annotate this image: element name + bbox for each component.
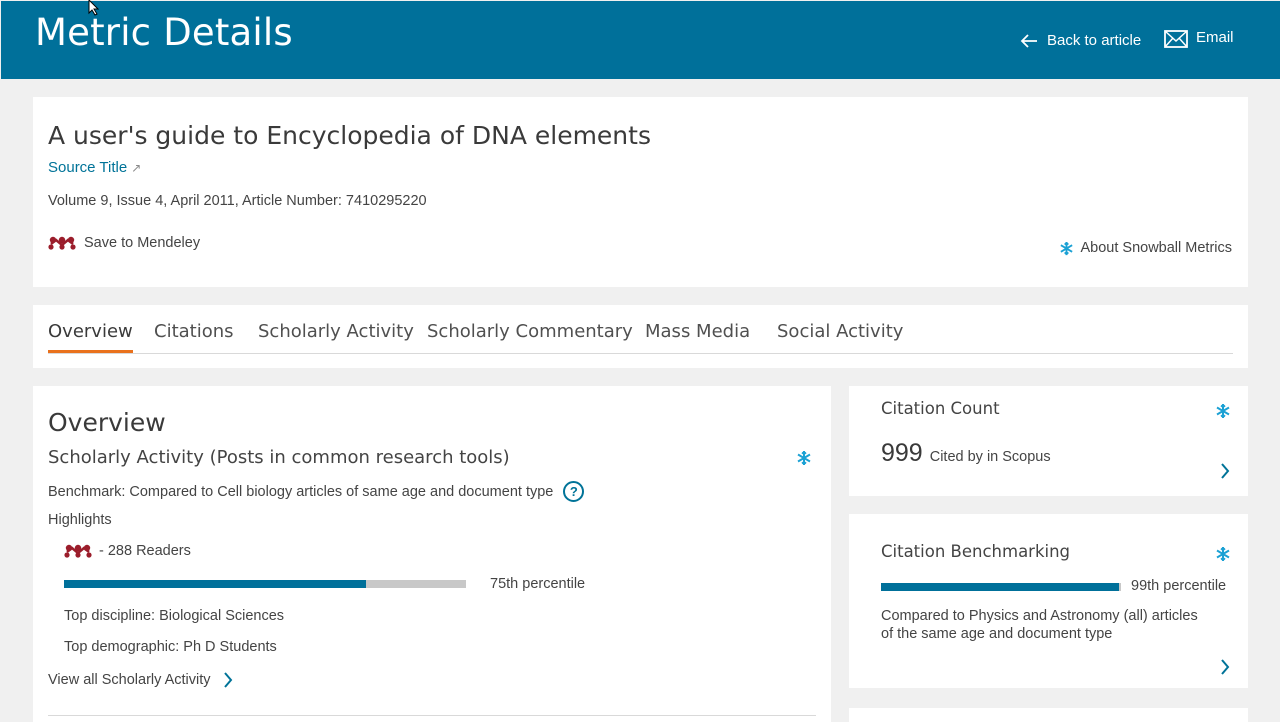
chevron-right-icon[interactable] xyxy=(1220,463,1230,479)
readers-percentile-bar xyxy=(64,580,466,588)
source-title-link[interactable]: Source Title ↗ xyxy=(48,159,141,176)
page-title: Metric Details xyxy=(35,11,293,54)
tabs-card: Overview Citations Scholarly Activity Sc… xyxy=(33,305,1248,368)
chevron-right-icon[interactable] xyxy=(1220,659,1230,675)
tab-scholarly-commentary[interactable]: Scholarly Commentary xyxy=(427,321,633,352)
external-link-icon: ↗ xyxy=(131,161,142,175)
save-to-mendeley-label: Save to Mendeley xyxy=(84,235,201,251)
highlights-label: Highlights xyxy=(48,512,112,528)
readers-percentile-label: 75th percentile xyxy=(490,576,586,592)
cited-by-scopus-label: Cited by in Scopus xyxy=(929,449,1051,465)
section-divider xyxy=(48,715,816,716)
citation-benchmarking-card: Citation Benchmarking 99th percentile Co… xyxy=(849,514,1248,688)
tab-overview[interactable]: Overview xyxy=(48,321,133,353)
citation-count-card: Citation Count 999 Cited by in Scopus xyxy=(849,386,1248,496)
mendeley-icon xyxy=(64,544,92,558)
tab-scholarly-activity[interactable]: Scholarly Activity xyxy=(258,321,414,352)
email-link[interactable]: Email xyxy=(1164,28,1234,48)
article-info-card: A user's guide to Encyclopedia of DNA el… xyxy=(33,97,1248,287)
help-question-icon[interactable]: ? xyxy=(563,481,585,502)
overview-card: Overview Scholarly Activity (Posts in co… xyxy=(33,386,831,722)
next-metric-card xyxy=(849,708,1248,722)
save-to-mendeley-button[interactable]: Save to Mendeley xyxy=(48,235,200,251)
citation-percentile-bar-fill xyxy=(881,583,1119,591)
tab-mass-media[interactable]: Mass Media xyxy=(645,321,750,352)
article-title: A user's guide to Encyclopedia of DNA el… xyxy=(48,121,651,150)
email-label: Email xyxy=(1196,28,1234,46)
top-header-bar: Metric Details Back to article Email xyxy=(1,1,1280,79)
readers-percentile-bar-fill xyxy=(64,580,366,588)
top-demographic: Top demographic: Ph D Students xyxy=(64,639,277,655)
citation-count-value: 999 xyxy=(881,439,923,467)
citation-count-title: Citation Count xyxy=(881,399,1000,418)
arrow-left-icon xyxy=(1020,33,1037,48)
snowflake-icon[interactable] xyxy=(796,450,812,466)
benchmark-text: Benchmark: Compared to Cell biology arti… xyxy=(48,481,585,502)
scholarly-activity-subtitle: Scholarly Activity (Posts in common rese… xyxy=(48,447,510,468)
snowflake-icon[interactable] xyxy=(1215,546,1231,562)
citation-percentile-label: 99th percentile xyxy=(1131,578,1227,594)
overview-heading: Overview xyxy=(48,408,166,437)
about-snowball-metrics-label: About Snowball Metrics xyxy=(1080,240,1232,256)
view-all-scholarly-activity-link[interactable]: View all Scholarly Activity xyxy=(48,672,233,688)
article-meta: Volume 9, Issue 4, April 2011, Article N… xyxy=(48,193,427,209)
snowflake-icon xyxy=(1060,241,1074,255)
compared-to-line-1: Compared to Physics and Astronomy (all) … xyxy=(881,608,1198,624)
source-title-label: Source Title xyxy=(48,159,128,176)
readers-row: - 288 Readers xyxy=(64,543,191,559)
snowflake-icon[interactable] xyxy=(1215,403,1231,419)
tab-bar: Overview Citations Scholarly Activity Sc… xyxy=(48,305,1233,354)
tab-citations[interactable]: Citations xyxy=(154,321,234,352)
citation-count-row: 999 Cited by in Scopus xyxy=(881,439,1051,468)
envelope-icon xyxy=(1164,30,1188,48)
compared-to-line-2: of the same age and document type xyxy=(881,626,1113,642)
chevron-right-icon xyxy=(223,672,232,688)
back-to-article-label: Back to article xyxy=(1047,32,1142,49)
about-snowball-metrics-link[interactable]: About Snowball Metrics xyxy=(1059,240,1232,256)
readers-count: - 288 Readers xyxy=(99,543,191,559)
mendeley-icon xyxy=(48,236,76,250)
top-discipline: Top discipline: Biological Sciences xyxy=(64,608,285,624)
tab-social-activity[interactable]: Social Activity xyxy=(777,321,903,352)
citation-benchmarking-title: Citation Benchmarking xyxy=(881,542,1071,561)
view-all-label: View all Scholarly Activity xyxy=(48,672,211,688)
back-to-article-link[interactable]: Back to article xyxy=(1019,32,1141,49)
citation-percentile-bar xyxy=(881,583,1121,591)
mouse-cursor-icon xyxy=(88,0,100,16)
benchmark-label: Benchmark: Compared to Cell biology arti… xyxy=(48,483,554,500)
